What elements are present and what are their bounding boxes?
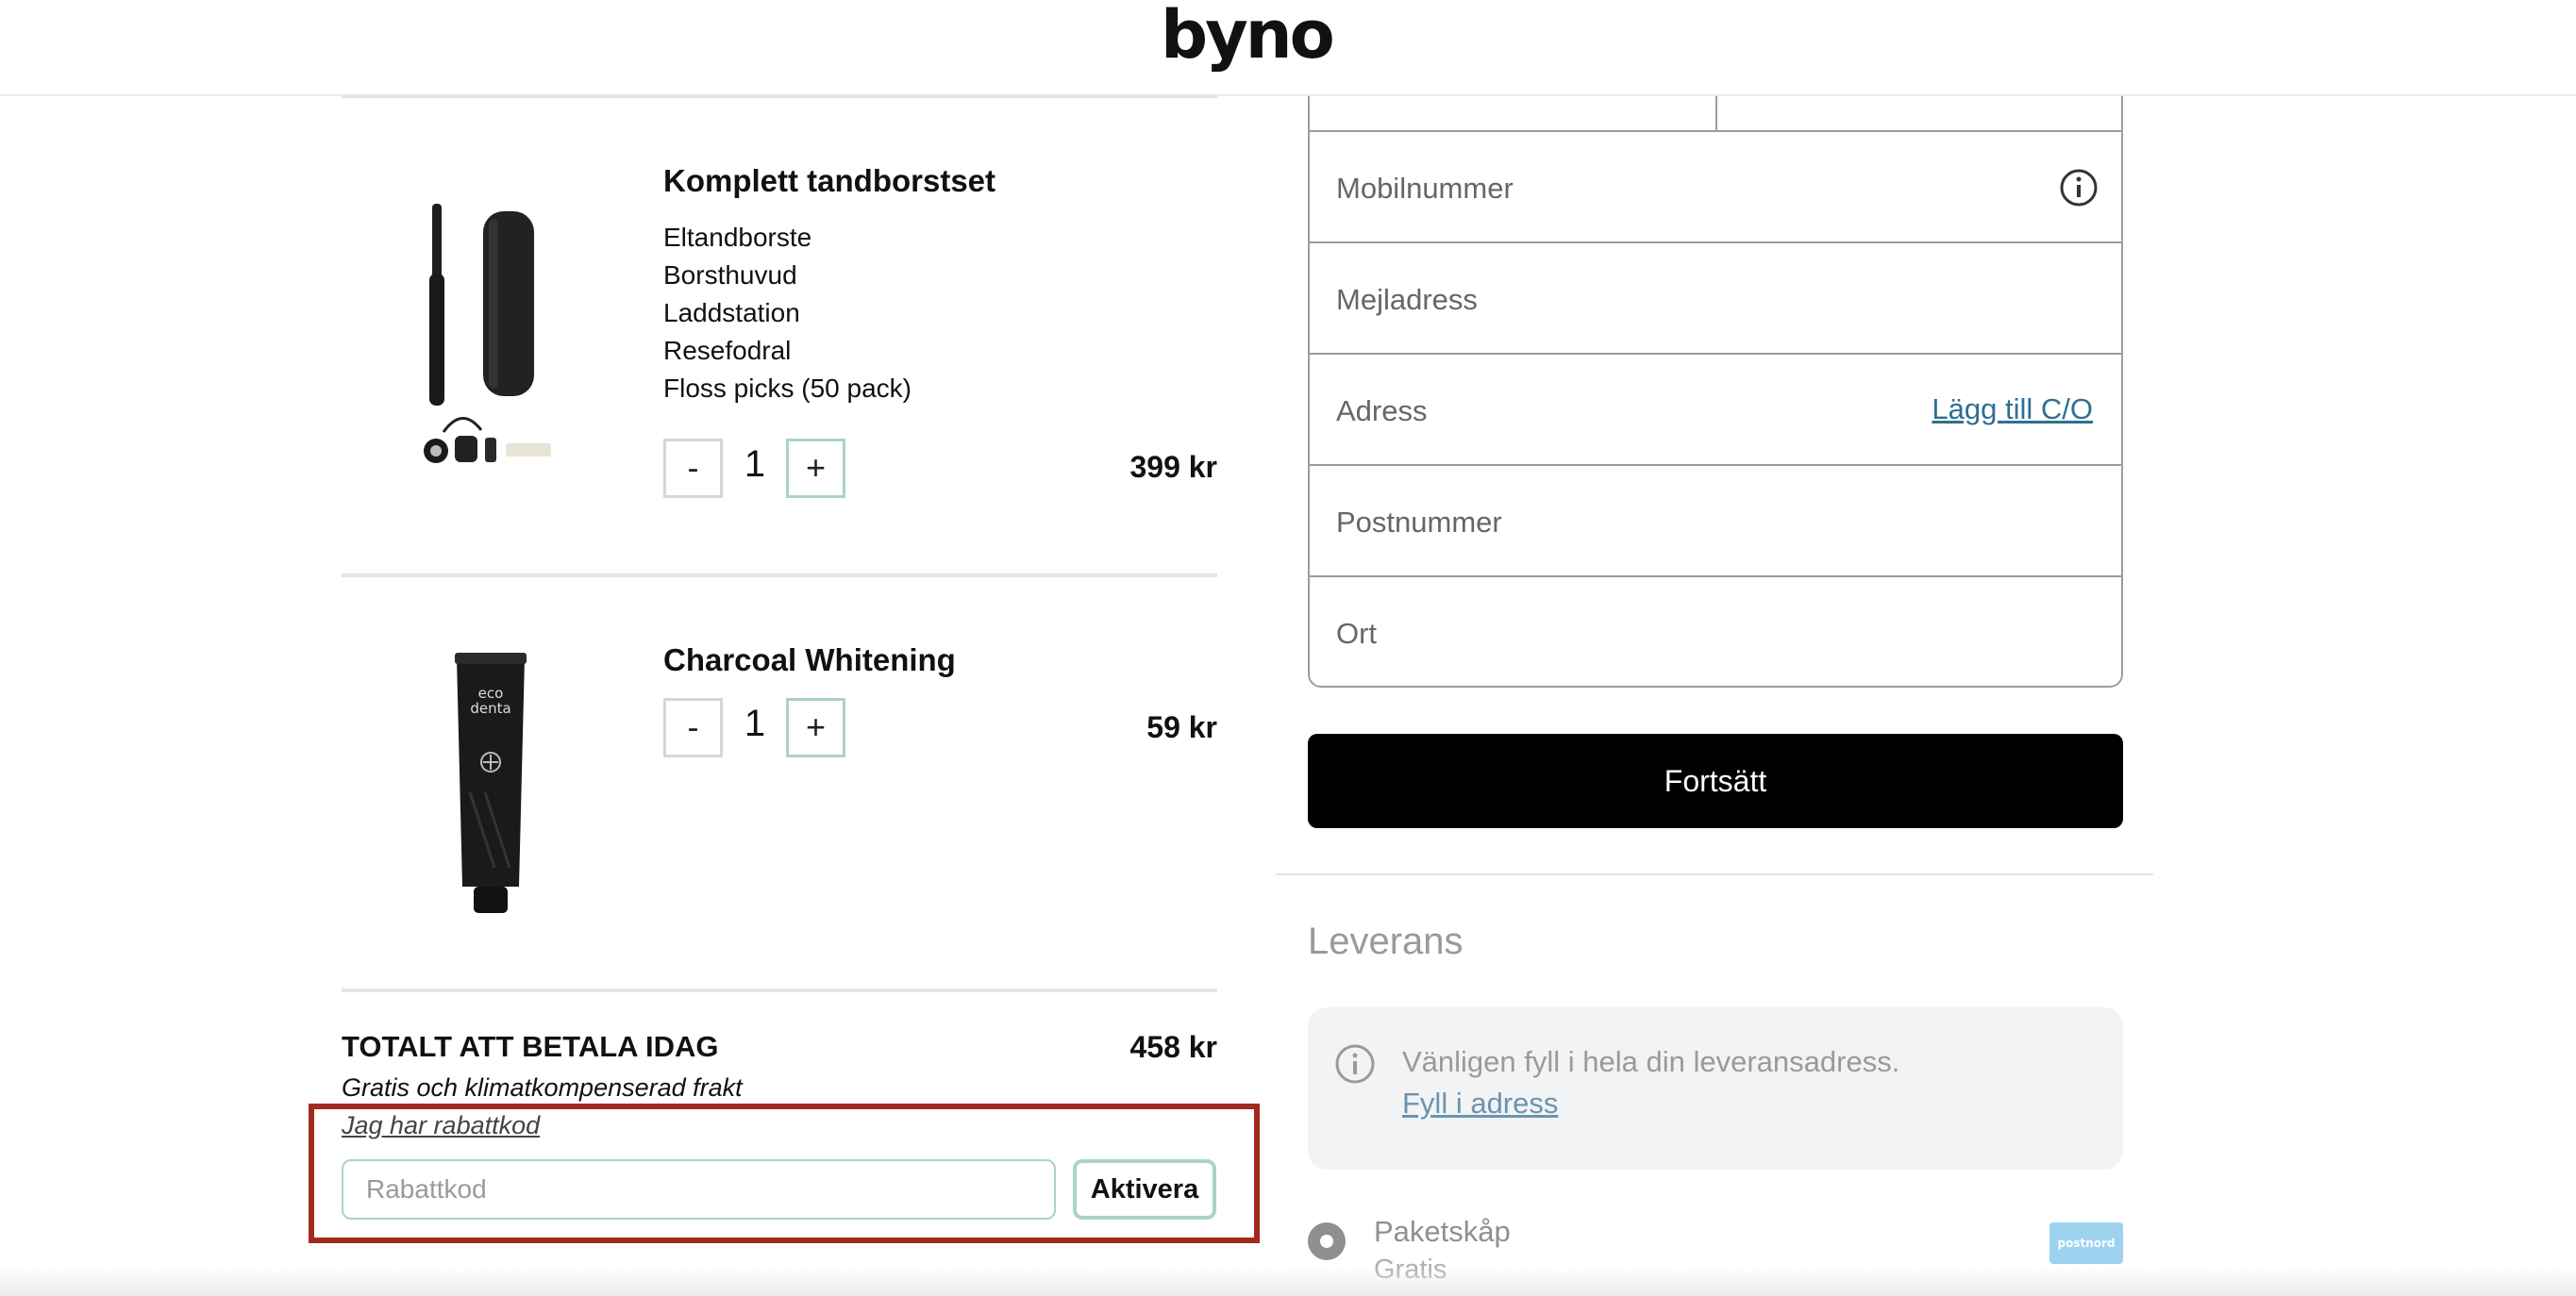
cart-divider-2: [342, 989, 1217, 992]
fill-address-link[interactable]: Fyll i adress: [1402, 1087, 1558, 1121]
info-icon[interactable]: [2059, 168, 2099, 208]
byno-logo[interactable]: byno: [1161, 0, 1335, 74]
address-field-label: Adress: [1336, 394, 1428, 427]
quantity-value: 1: [744, 703, 766, 744]
continue-button[interactable]: Fortsätt: [1308, 734, 2123, 828]
promo-code-input[interactable]: [342, 1159, 1056, 1220]
list-item: Laddstation: [663, 298, 800, 327]
charcoal-toothpaste-image: eco denta: [453, 651, 528, 915]
decrease-quantity-button[interactable]: -: [663, 698, 723, 757]
delivery-option-radio[interactable]: [1308, 1222, 1346, 1260]
product-price: 399 kr: [1129, 450, 1217, 484]
quantity-value: 1: [744, 443, 766, 485]
toothbrush-set-image: [406, 189, 576, 472]
list-item: Eltandborste: [663, 223, 812, 252]
list-item: Borsthuvud: [663, 260, 797, 290]
product-contents-list: Eltandborste Borsthuvud Laddstation Rese…: [663, 219, 912, 407]
address-form: Mobilnummer Mejladress Adress Lägg till …: [1308, 96, 2123, 688]
total-label: TOTALT ATT BETALA IDAG: [342, 1030, 719, 1063]
postcode-field-label: Postnummer: [1336, 506, 1502, 539]
cart-divider-top: [342, 94, 1217, 98]
increase-quantity-button[interactable]: +: [786, 698, 845, 757]
tube-brand-text: denta: [470, 700, 510, 717]
bottom-shadow: [0, 1268, 2576, 1296]
total-price: 458 kr: [1129, 1030, 1217, 1064]
postnord-logo: postnord: [2049, 1222, 2123, 1264]
address-field[interactable]: Adress Lägg till C/O: [1310, 353, 2121, 464]
shipping-note: Gratis och klimatkompenserad frakt: [342, 1073, 743, 1102]
phone-field-label: Mobilnummer: [1336, 172, 1514, 205]
product-title: Charcoal Whitening: [663, 642, 956, 677]
list-item: Resefodral: [663, 336, 792, 365]
city-field[interactable]: Ort: [1310, 575, 2121, 687]
delivery-title: Leverans: [1308, 921, 1464, 962]
list-item: Floss picks (50 pack): [663, 374, 912, 403]
product-title: Komplett tandborstset: [663, 163, 996, 198]
postcode-field[interactable]: Postnummer: [1310, 464, 2121, 575]
phone-field[interactable]: Mobilnummer: [1310, 130, 2121, 241]
activate-promo-button[interactable]: Aktivera: [1073, 1159, 1216, 1220]
delivery-notice: Vänligen fyll i hela din leveransadress.…: [1308, 1007, 2123, 1170]
cart-divider-1: [342, 573, 1217, 577]
info-icon: [1334, 1043, 1376, 1085]
product-price: 59 kr: [1146, 710, 1217, 744]
delivery-notice-text: Vänligen fyll i hela din leveransadress.: [1402, 1045, 1900, 1078]
delivery-option-name: Paketskåp: [1374, 1215, 1511, 1248]
email-field[interactable]: Mejladress: [1310, 241, 2121, 353]
increase-quantity-button[interactable]: +: [786, 439, 845, 498]
email-field-label: Mejladress: [1336, 283, 1478, 316]
section-divider: [1276, 873, 2153, 875]
city-field-label: Ort: [1336, 617, 1378, 650]
site-header: byno: [0, 0, 2576, 96]
decrease-quantity-button[interactable]: -: [663, 439, 723, 498]
add-co-link[interactable]: Lägg till C/O: [1932, 392, 2093, 426]
field-split-divider: [1715, 96, 1717, 130]
